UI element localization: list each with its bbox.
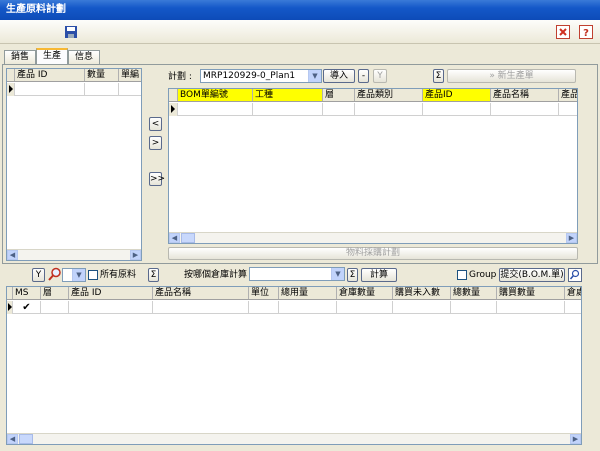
warehouse-label: 按哪個倉庫計算 <box>184 270 248 280</box>
col-product-id[interactable]: 產品 ID <box>69 287 153 299</box>
scroll-right-icon[interactable]: ▶ <box>570 434 581 444</box>
tab-info[interactable]: 信息 <box>68 50 100 64</box>
all-materials-checkbox[interactable] <box>88 270 98 280</box>
col-unit[interactable]: 單位 <box>249 287 279 299</box>
tab-production[interactable]: 生產 <box>36 48 68 64</box>
product-grid-hscroll[interactable]: ◀ ▶ <box>7 249 141 260</box>
product-grid: 產品 ID 數量 單編 ◀ ▶ <box>6 68 142 261</box>
scroll-left-icon[interactable]: ◀ <box>7 434 18 444</box>
col-work-type[interactable]: 工種 <box>253 89 323 101</box>
save-icon[interactable] <box>64 25 78 39</box>
plan-select[interactable]: MRP120929-0_Plan1 ▼ <box>200 69 322 83</box>
sigma-icon[interactable]: Σ <box>148 268 159 282</box>
table-row[interactable]: ✔ <box>7 301 581 314</box>
scroll-right-icon[interactable]: ▶ <box>130 250 141 260</box>
svg-text:?: ? <box>583 28 589 39</box>
material-grid: MS 層 產品 ID 產品名稱 單位 總用量 倉庫數量 購買未入數 總數量 購買… <box>6 286 582 445</box>
group-label: Group <box>469 270 497 280</box>
toolbar: ? <box>0 20 600 44</box>
chevron-down-icon[interactable]: ▼ <box>331 268 344 280</box>
warehouse-select[interactable]: ▼ <box>249 267 345 281</box>
material-grid-hscroll[interactable]: ◀ ▶ <box>7 433 581 444</box>
col-quantity[interactable]: 數量 <box>85 69 119 81</box>
col-purchase-pending[interactable]: 購買未入數 <box>393 287 451 299</box>
move-right-button[interactable]: > <box>149 136 162 150</box>
col-warehouse-more[interactable]: 倉處 <box>565 287 581 299</box>
col-total-usage[interactable]: 總用量 <box>279 287 337 299</box>
material-purchase-plan-button[interactable]: 物料採購計劃 <box>168 247 578 260</box>
col-order-no[interactable]: 單編 <box>119 69 141 81</box>
ms-checkmark[interactable]: ✔ <box>13 301 41 314</box>
col-level[interactable]: 層 <box>41 287 69 299</box>
move-left-button[interactable]: < <box>149 117 162 131</box>
row-pointer-icon <box>7 83 15 96</box>
table-row[interactable] <box>7 83 141 96</box>
scroll-left-icon[interactable]: ◀ <box>7 250 18 260</box>
bom-grid-header: BOM單編號 工種 層 產品類別 產品ID 產品名稱 產品 <box>169 89 577 102</box>
filter-icon[interactable]: Y <box>373 69 387 83</box>
col-product-more[interactable]: 產品 <box>559 89 577 101</box>
table-row[interactable] <box>169 103 577 116</box>
chevron-down-icon[interactable]: ▼ <box>72 269 85 281</box>
product-grid-header: 產品 ID 數量 單編 <box>7 69 141 82</box>
scroll-thumb[interactable] <box>19 434 33 444</box>
import-button[interactable]: 導入 <box>323 69 355 83</box>
sigma-icon[interactable]: Σ <box>433 69 444 83</box>
scroll-left-icon[interactable]: ◀ <box>169 233 180 243</box>
zoom-icon[interactable] <box>568 268 582 282</box>
move-all-button[interactable]: >> <box>149 172 165 186</box>
remove-button[interactable]: - <box>358 69 369 83</box>
window-title: 生產原料計劃 <box>0 0 600 20</box>
close-icon[interactable] <box>556 25 570 39</box>
filter-button[interactable]: Y <box>32 268 45 282</box>
scroll-thumb[interactable] <box>181 233 195 243</box>
col-product-id[interactable]: 產品 ID <box>15 69 85 81</box>
col-total-qty[interactable]: 總數量 <box>451 287 497 299</box>
col-product-name[interactable]: 產品名稱 <box>491 89 559 101</box>
search-icon[interactable] <box>48 267 62 282</box>
all-materials-label: 所有原料 <box>100 270 137 280</box>
col-purchase-qty[interactable]: 購買數量 <box>497 287 565 299</box>
row-pointer-icon <box>169 103 178 116</box>
search-mode-select[interactable]: ▼ <box>62 268 86 282</box>
plan-label: 計劃 : <box>168 72 192 82</box>
material-grid-header: MS 層 產品 ID 產品名稱 單位 總用量 倉庫數量 購買未入數 總數量 購買… <box>7 287 581 300</box>
col-product-category[interactable]: 產品類別 <box>355 89 423 101</box>
col-product-name[interactable]: 產品名稱 <box>153 287 249 299</box>
col-warehouse-qty[interactable]: 倉庫數量 <box>337 287 393 299</box>
help-icon[interactable]: ? <box>579 25 593 39</box>
col-ms[interactable]: MS <box>13 287 41 299</box>
new-production-order-button[interactable]: » 新生產單 <box>447 69 576 83</box>
scroll-right-icon[interactable]: ▶ <box>566 233 577 243</box>
tab-sales[interactable]: 銷售 <box>4 50 36 64</box>
plan-select-value: MRP120929-0_Plan1 <box>203 71 296 81</box>
bom-grid: BOM單編號 工種 層 產品類別 產品ID 產品名稱 產品 ◀ ▶ <box>168 88 578 244</box>
col-bom-product-id[interactable]: 產品ID <box>423 89 491 101</box>
sigma-icon[interactable]: Σ <box>347 268 358 282</box>
submit-bom-button[interactable]: 提交(B.O.M.單) <box>499 268 565 282</box>
chevron-down-icon[interactable]: ▼ <box>308 70 321 82</box>
bom-grid-hscroll[interactable]: ◀ ▶ <box>169 232 577 243</box>
group-checkbox[interactable] <box>457 270 467 280</box>
calculate-button[interactable]: 計算 <box>361 268 397 282</box>
col-level[interactable]: 層 <box>323 89 355 101</box>
col-bom-no[interactable]: BOM單編號 <box>178 89 253 101</box>
